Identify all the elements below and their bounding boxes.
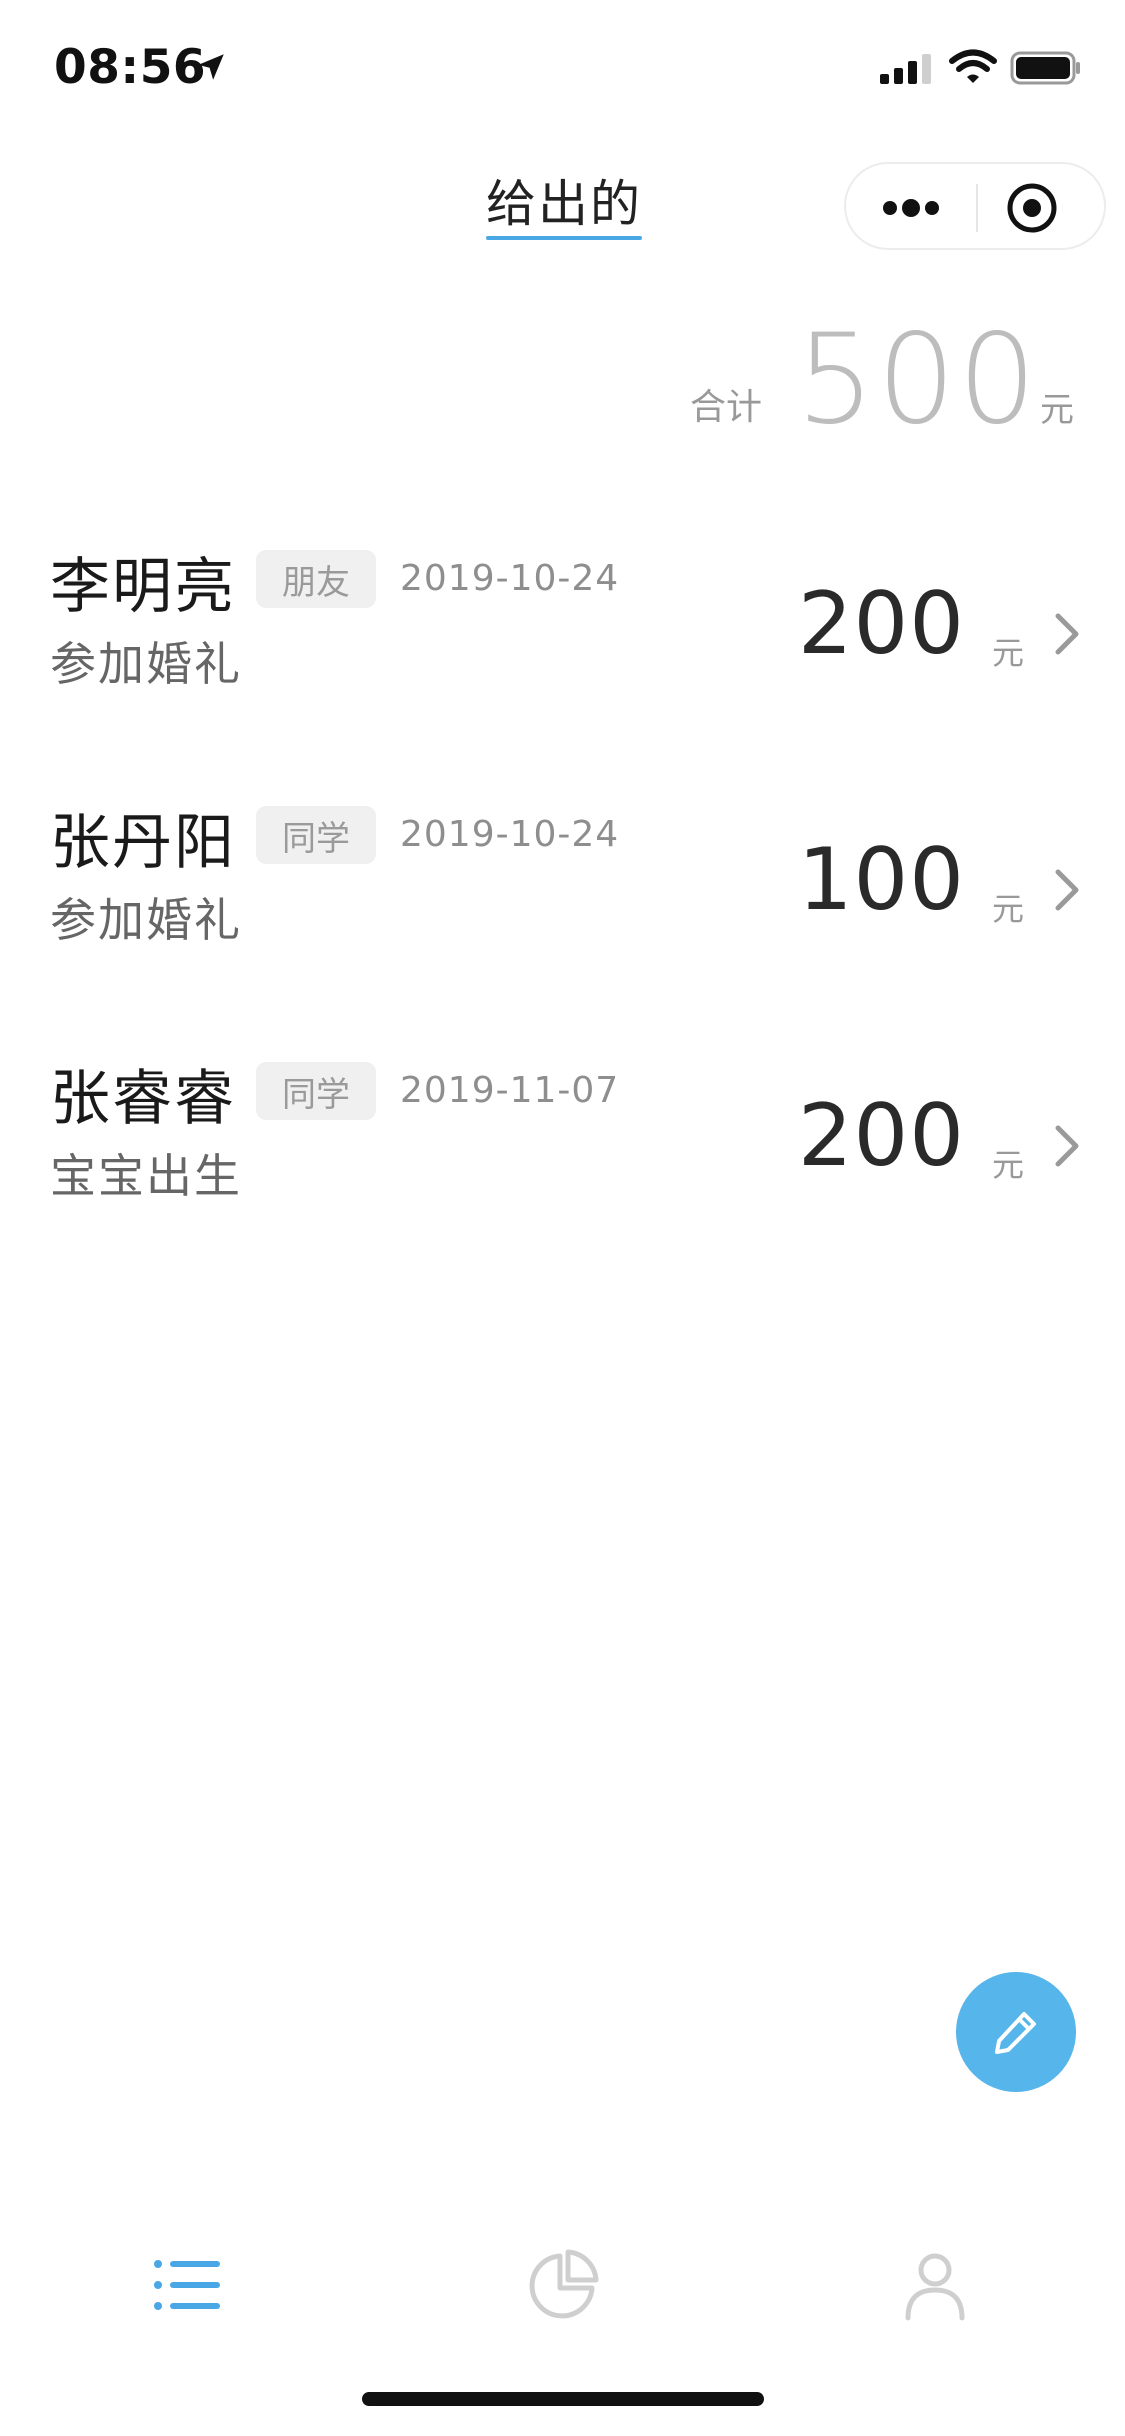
screen: 08:56 给出的 合计 500 元 李明亮 朋友 2019-10-24 参加婚…	[0, 0, 1125, 2436]
home-indicator	[362, 2392, 764, 2406]
record-tag: 朋友	[256, 550, 376, 608]
record-date: 2019-10-24	[400, 558, 620, 599]
record-amount: 200	[797, 1086, 965, 1186]
record-name: 张丹阳	[50, 808, 236, 878]
record-note: 宝宝出生	[50, 1149, 242, 1203]
total-value: 500	[796, 308, 1039, 452]
chevron-right-icon	[1055, 613, 1079, 655]
record-tag: 同学	[256, 806, 376, 864]
list-item[interactable]: 李明亮 朋友 2019-10-24 参加婚礼 200 元	[0, 510, 1125, 766]
cellular-signal-icon	[880, 54, 931, 84]
mini-program-capsule	[844, 162, 1106, 250]
record-date: 2019-11-07	[400, 1070, 620, 1111]
list-item[interactable]: 张睿睿 同学 2019-11-07 宝宝出生 200 元	[0, 1022, 1125, 1278]
record-note: 参加婚礼	[50, 893, 242, 947]
tab-bar	[0, 2200, 1125, 2350]
tab-profile[interactable]	[890, 2240, 980, 2330]
location-arrow-icon	[198, 54, 224, 80]
record-amount: 200	[797, 574, 965, 674]
record-amount: 100	[797, 830, 965, 930]
tab-list[interactable]	[142, 2240, 232, 2330]
more-options-icon[interactable]	[874, 184, 948, 232]
capsule-divider	[976, 184, 978, 232]
total-label: 合计	[690, 387, 763, 428]
record-unit: 元	[992, 1146, 1025, 1184]
battery-icon	[1010, 51, 1080, 85]
record-unit: 元	[992, 634, 1025, 672]
tab-statistics[interactable]	[518, 2240, 608, 2330]
record-name: 张睿睿	[50, 1064, 236, 1134]
records-list: 李明亮 朋友 2019-10-24 参加婚礼 200 元 张丹阳 同学 2019…	[0, 510, 1125, 1278]
pie-chart-icon	[529, 2249, 599, 2319]
close-mini-program-icon[interactable]	[1004, 180, 1060, 236]
wifi-icon	[949, 49, 997, 83]
record-note: 参加婚礼	[50, 637, 242, 691]
record-tag: 同学	[256, 1062, 376, 1120]
total-unit: 元	[1040, 390, 1074, 430]
add-record-button[interactable]	[956, 1972, 1076, 2092]
record-name: 李明亮	[50, 552, 236, 622]
record-date: 2019-10-24	[400, 814, 620, 855]
nav-bar: 给出的	[0, 138, 1125, 268]
person-icon	[905, 2253, 965, 2321]
status-bar: 08:56	[0, 0, 1125, 138]
list-item[interactable]: 张丹阳 同学 2019-10-24 参加婚礼 100 元	[0, 766, 1125, 1022]
title-underline	[486, 236, 642, 240]
total-summary: 合计 500 元	[0, 300, 1125, 452]
list-icon	[154, 2260, 220, 2310]
chevron-right-icon	[1055, 1125, 1079, 1167]
chevron-right-icon	[1055, 869, 1079, 911]
status-time: 08:56	[54, 40, 207, 95]
pencil-icon	[995, 2012, 1036, 2054]
page-title: 给出的	[486, 175, 642, 233]
record-unit: 元	[992, 890, 1025, 928]
